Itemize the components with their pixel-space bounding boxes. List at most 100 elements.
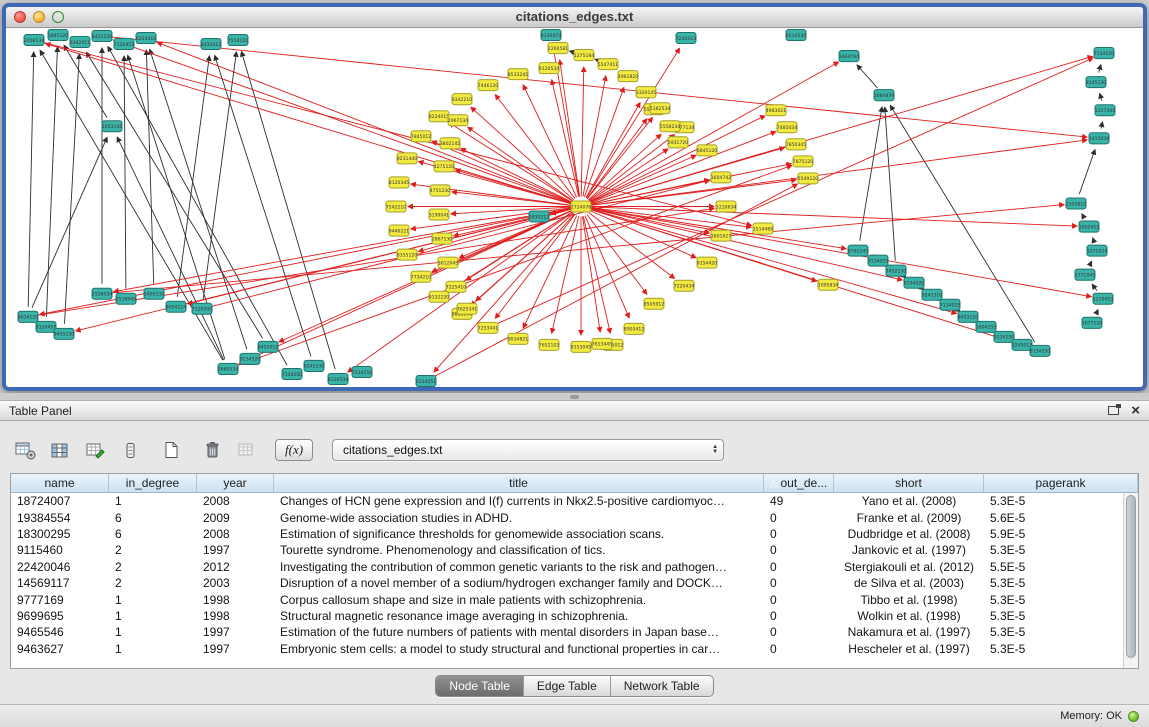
float-panel-icon[interactable]	[1108, 406, 1119, 415]
tab-node-table[interactable]: Node Table	[436, 676, 524, 696]
graph-node[interactable]: 7225410	[446, 281, 467, 292]
graph-node[interactable]: 1664794	[839, 51, 860, 62]
graph-node[interactable]: 7485034	[777, 122, 798, 133]
graph-node[interactable]: 2967134	[448, 115, 469, 126]
graph-node[interactable]: 1271034	[1087, 245, 1108, 256]
citation-edge-black[interactable]	[241, 52, 335, 370]
graph-node[interactable]: 3802145	[440, 138, 461, 149]
citation-edge-black[interactable]	[32, 137, 107, 307]
graph-node[interactable]: 8903412	[624, 323, 645, 334]
graph-node[interactable]: 9154420	[697, 257, 718, 268]
graph-node[interactable]: 7850345	[786, 139, 807, 150]
graph-node[interactable]: 7234150	[352, 366, 373, 377]
graph-node[interactable]: 7452130	[886, 265, 907, 276]
graph-node[interactable]: 5558234	[660, 121, 681, 132]
citation-edge-black[interactable]	[885, 107, 896, 260]
graph-node[interactable]: 9245130	[1086, 77, 1107, 88]
graph-node[interactable]: 1210453	[1093, 293, 1114, 304]
window-titlebar[interactable]: citations_edges.txt	[6, 7, 1143, 28]
graph-node[interactable]: 7220434	[674, 280, 695, 291]
citation-edge-black[interactable]	[857, 65, 877, 88]
graph-node[interactable]: 7253441	[478, 322, 499, 333]
graph-node[interactable]: 1677120	[1082, 317, 1103, 328]
graph-node[interactable]: 9245310	[922, 289, 943, 300]
column-header-out-de-[interactable]: △out_de...	[764, 474, 834, 492]
table-row[interactable]: 946362711997Embryonic stem cells: a mode…	[11, 641, 1138, 657]
citation-edge-red[interactable]	[591, 140, 1087, 205]
graph-node[interactable]: 7134250	[282, 368, 303, 379]
graph-node[interactable]: 7245013	[676, 33, 697, 44]
function-builder-button[interactable]: f(x)	[275, 439, 313, 461]
graph-node[interactable]: 1275184	[574, 50, 595, 61]
graph-node[interactable]: 3199041	[429, 209, 450, 220]
graph-node[interactable]: 8433412	[201, 39, 222, 50]
graph-node[interactable]: 9034120	[18, 311, 39, 322]
graph-node[interactable]: 9231440	[397, 153, 418, 164]
citation-edge-red[interactable]	[476, 213, 574, 301]
graph-node[interactable]: 8054124	[166, 301, 187, 312]
graph-node[interactable]: 7120345	[192, 303, 213, 314]
citation-edge-red[interactable]	[587, 118, 652, 199]
graph-node[interactable]: 9120534	[539, 63, 560, 74]
graph-node[interactable]: 4961820	[618, 71, 639, 82]
graph-node[interactable]: 7134520	[1094, 48, 1115, 59]
tab-edge-table[interactable]: Edge Table	[524, 676, 611, 696]
graph-node[interactable]: 7875120	[793, 156, 814, 167]
delete-column-icon[interactable]	[199, 438, 225, 462]
table-row[interactable]: 946554611997Estimation of the future num…	[11, 624, 1138, 640]
citation-edge-black[interactable]	[46, 47, 57, 317]
graph-node[interactable]: 5162534	[650, 103, 671, 114]
table-row[interactable]: 1830029562008Estimation of significance …	[11, 526, 1138, 542]
graph-node[interactable]: 9455130	[54, 328, 75, 339]
column-header-short[interactable]: short	[834, 474, 984, 492]
graph-node[interactable]: 5905130	[144, 288, 165, 299]
graph-node[interactable]: 1595812	[1066, 198, 1087, 209]
citation-edge-black[interactable]	[1090, 261, 1092, 265]
new-column-icon[interactable]	[158, 438, 184, 462]
table-options-icon[interactable]	[12, 438, 38, 462]
minimize-window-button[interactable]	[33, 11, 45, 23]
graph-node[interactable]: 7652103	[539, 339, 560, 350]
citation-edge-black[interactable]	[1096, 310, 1098, 314]
graph-node[interactable]: 7542210	[386, 201, 407, 212]
citation-edge-red[interactable]	[587, 215, 647, 295]
graph-node[interactable]: 1601627	[711, 230, 732, 241]
graph-node[interactable]: 8120534	[328, 373, 349, 384]
delete-table-icon[interactable]	[234, 438, 260, 462]
citation-edge-black[interactable]	[146, 50, 153, 284]
graph-node[interactable]: 1664879	[874, 90, 895, 101]
table-row[interactable]: 977716911998Corpus callosum shape and si…	[11, 591, 1138, 607]
citation-edge-black[interactable]	[86, 52, 262, 338]
close-panel-icon[interactable]: ×	[1131, 403, 1140, 418]
column-header-name[interactable]: name	[11, 474, 109, 492]
column-header-in-degree[interactable]: in_degree	[109, 474, 197, 492]
graph-node[interactable]: 7845012	[411, 131, 432, 142]
table-row[interactable]: 911546021997Tourette syndrome. Phenomeno…	[11, 542, 1138, 558]
graph-node[interactable]: 8130474	[541, 30, 562, 41]
graph-hub-node[interactable]: 1724076	[571, 201, 592, 212]
citation-edge-red[interactable]	[591, 208, 1091, 296]
graph-node[interactable]: 9034821	[508, 333, 529, 344]
citation-edge-red[interactable]	[188, 209, 572, 304]
table-row[interactable]: 2242004622012Investigating the contribut…	[11, 559, 1138, 575]
graph-node[interactable]: 9342011	[70, 37, 91, 48]
graph-node[interactable]: 5547411	[598, 59, 619, 70]
graph-node[interactable]: 8224015	[429, 111, 450, 122]
panel-splitter[interactable]	[0, 393, 1149, 400]
graph-node[interactable]: 3320145	[636, 87, 657, 98]
graph-node[interactable]: 9134250	[994, 331, 1015, 342]
network-canvas[interactable]: 1724076924501281530457652103903482172534…	[6, 28, 1143, 387]
citation-edge-black[interactable]	[64, 45, 107, 117]
citation-edge-black[interactable]	[1100, 94, 1102, 101]
graph-node[interactable]: 7120453	[114, 39, 135, 50]
graph-node[interactable]: 1602453	[1079, 221, 1100, 232]
citation-edge-red[interactable]	[38, 208, 714, 315]
graph-node[interactable]: 4751230	[430, 185, 451, 196]
graph-node[interactable]: 9134025	[868, 255, 889, 266]
graph-node[interactable]: 5931720	[668, 137, 689, 148]
graph-node[interactable]: 3612045	[438, 257, 459, 268]
graph-node[interactable]: 9152230	[429, 291, 450, 302]
graph-node[interactable]: 8791245	[848, 245, 869, 256]
table-selector[interactable]: citations_edges.txt ▲▼	[332, 439, 724, 461]
graph-node[interactable]: 1845120	[48, 30, 69, 41]
